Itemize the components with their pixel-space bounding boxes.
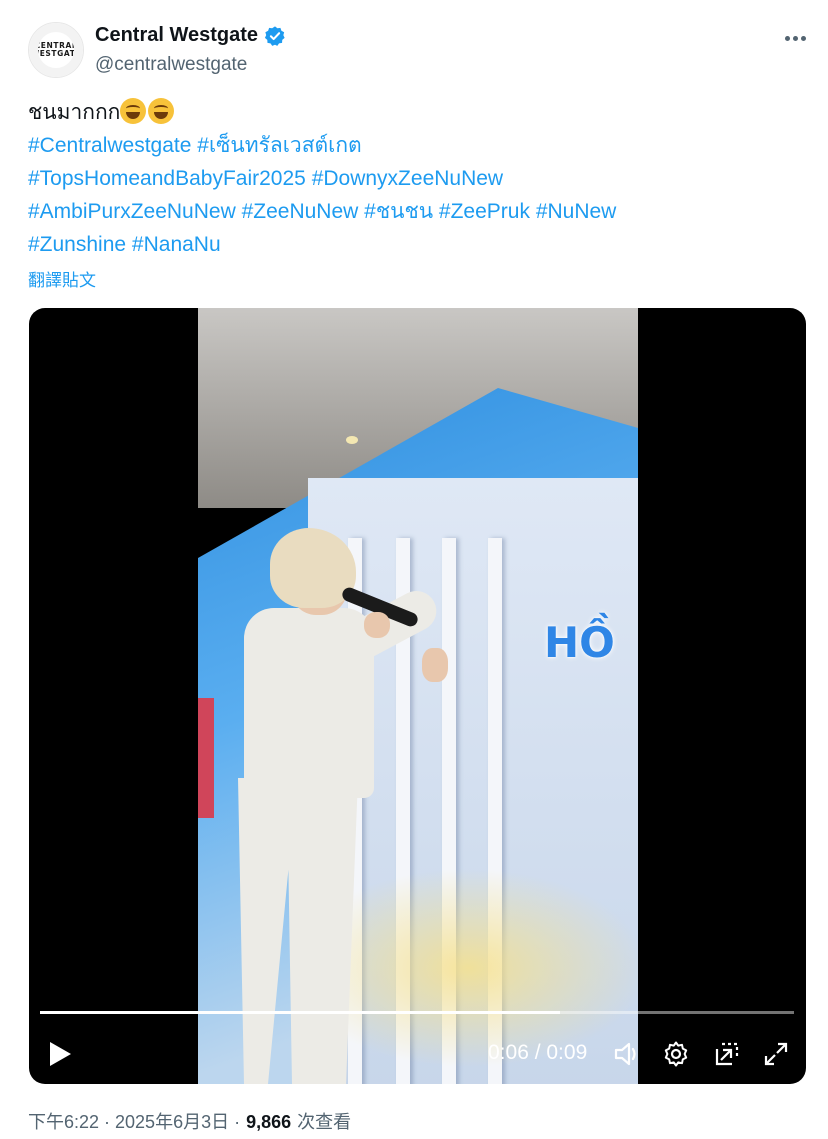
video-player[interactable]: HỒ 0:06 / 0:09 bbox=[29, 308, 806, 1084]
tweet-text: ชนมากกก #Centralwestgate #เซ็นทรัลเวสต์เ… bbox=[28, 96, 808, 261]
hashtag-link[interactable]: #เซ็นทรัลเวสต์เกต bbox=[197, 134, 361, 157]
hashtag-link[interactable]: #ZeeNuNew bbox=[242, 200, 359, 223]
hashtag-link[interactable]: #NanaNu bbox=[132, 233, 221, 256]
hashtag-link[interactable]: #AmbiPurxZeeNuNew bbox=[28, 200, 236, 223]
more-dot-icon bbox=[792, 35, 798, 41]
verified-badge-icon bbox=[264, 25, 285, 46]
more-dot-icon bbox=[800, 35, 806, 41]
singer-pants bbox=[238, 778, 358, 1084]
hashtag-link[interactable]: #Centralwestgate bbox=[28, 134, 191, 157]
rolling-laughing-emoji-icon bbox=[148, 98, 175, 124]
tweet-timestamp[interactable]: 下午6:22 · 2025年6月3日 · bbox=[28, 1108, 240, 1134]
tweet-line-1: ชนมากกก bbox=[28, 96, 808, 129]
hashtag-link[interactable]: #NuNew bbox=[536, 200, 617, 223]
views-count: 9,866 bbox=[246, 1112, 292, 1132]
video-frame: HỒ bbox=[198, 308, 638, 1084]
video-progress-fill bbox=[40, 1011, 561, 1014]
avatar[interactable]: CENTRAL WESTGATE bbox=[28, 22, 84, 78]
hashtag-link[interactable]: #Zunshine bbox=[28, 233, 126, 256]
tweet-body-text: ชนมากกก bbox=[28, 101, 121, 124]
more-options-button[interactable] bbox=[776, 28, 814, 48]
settings-gear-icon[interactable] bbox=[662, 1040, 690, 1068]
video-progress-bar[interactable] bbox=[40, 1011, 794, 1014]
tweet-line-2: #Centralwestgate #เซ็นทรัลเวสต์เกต bbox=[28, 129, 808, 162]
author-handle[interactable]: @centralwestgate bbox=[95, 54, 247, 76]
display-name[interactable]: Central Westgate bbox=[95, 24, 258, 47]
rolling-laughing-emoji-icon bbox=[120, 98, 147, 124]
video-time-readout: 0:06 / 0:09 bbox=[488, 1041, 588, 1064]
hashtag-link[interactable]: #ZeePruk bbox=[439, 200, 530, 223]
volume-icon[interactable] bbox=[613, 1040, 641, 1068]
tweet-meta: 下午6:22 · 2025年6月3日 · 9,866 次查看 bbox=[28, 1108, 351, 1134]
tweet-line-5: #Zunshine #NanaNu bbox=[28, 228, 808, 261]
singer-mic-hand bbox=[364, 612, 390, 638]
tweet-page: CENTRAL WESTGATE Central Westgate @centra… bbox=[0, 0, 828, 1139]
fullscreen-icon[interactable] bbox=[762, 1040, 790, 1068]
avatar-ring bbox=[29, 23, 83, 77]
hashtag-link[interactable]: #DownyxZeeNuNew bbox=[312, 167, 503, 190]
views-label: 次查看 bbox=[297, 1112, 352, 1132]
hashtag-link[interactable]: #TopsHomeandBabyFair2025 bbox=[28, 167, 306, 190]
pop-out-icon[interactable] bbox=[713, 1040, 741, 1068]
author-name-row[interactable]: Central Westgate bbox=[95, 24, 286, 47]
more-dot-icon bbox=[784, 35, 790, 41]
translate-post-link[interactable]: 翻譯貼文 bbox=[28, 266, 96, 291]
singer-figure bbox=[198, 308, 638, 1084]
hashtag-link[interactable]: #ชนชน bbox=[364, 200, 433, 223]
play-icon[interactable] bbox=[47, 1040, 73, 1068]
tweet-line-4: #AmbiPurxZeeNuNew #ZeeNuNew #ชนชน #ZeePr… bbox=[28, 195, 808, 228]
tweet-line-3: #TopsHomeandBabyFair2025 #DownyxZeeNuNew bbox=[28, 162, 808, 195]
singer-hand bbox=[422, 648, 448, 682]
